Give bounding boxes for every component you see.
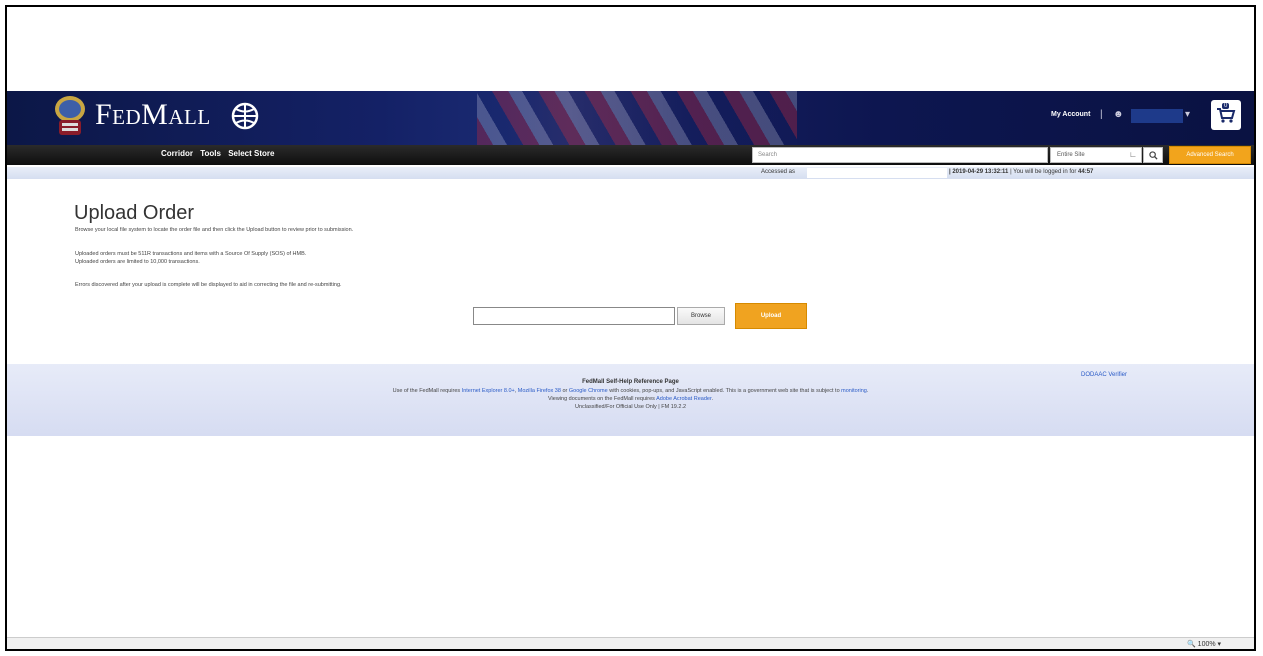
my-account-link[interactable]: My Account bbox=[1051, 111, 1090, 118]
upload-button[interactable]: Upload bbox=[735, 303, 807, 329]
nav-links: Corridor Tools Select Store bbox=[161, 149, 279, 158]
page-title: Upload Order bbox=[74, 202, 195, 224]
requirements-prefix: Use of the FedMall requires bbox=[392, 388, 461, 394]
separator: | bbox=[1100, 109, 1103, 120]
search-scope-select[interactable]: Entire Site ∟ bbox=[1050, 147, 1142, 163]
file-path-input[interactable] bbox=[473, 307, 675, 325]
search-input[interactable]: Search bbox=[752, 147, 1048, 163]
errors-text: Errors discovered after your upload is c… bbox=[75, 282, 342, 288]
zoom-level: 100% bbox=[1197, 641, 1216, 648]
accessed-as-value bbox=[807, 168, 947, 178]
browser-window: FedMall My Account | ☻ ▾ 0 Corridor Tool… bbox=[5, 5, 1256, 651]
nav-corridor[interactable]: Corridor bbox=[161, 149, 193, 158]
acrobat-link[interactable]: Adobe Acrobat Reader bbox=[656, 396, 711, 402]
firefox-link[interactable]: Mozilla Firefox 38 bbox=[518, 388, 561, 394]
session-time-left: 44:57 bbox=[1078, 169, 1094, 175]
or-text: or bbox=[562, 388, 568, 394]
scope-value: Entire Site bbox=[1057, 152, 1085, 158]
user-name-field[interactable] bbox=[1131, 109, 1183, 123]
nav-bar: Corridor Tools Select Store Search Entir… bbox=[7, 145, 1254, 165]
globe-cart-icon bbox=[231, 102, 259, 130]
logged-in-text: | You will be logged in for bbox=[1010, 169, 1077, 175]
fedmall-seal-icon bbox=[55, 96, 85, 135]
session-info: | 2019-04-29 13:32:11 | You will be logg… bbox=[949, 169, 1093, 175]
instruction-text: Browse your local file system to locate … bbox=[75, 227, 354, 233]
chevron-down-icon: ▾ bbox=[1217, 641, 1222, 648]
ie-link[interactable]: Internet Explorer 8.0+ bbox=[462, 388, 515, 394]
browse-button[interactable]: Browse bbox=[677, 307, 725, 325]
site-header: FedMall My Account | ☻ ▾ 0 bbox=[7, 91, 1254, 145]
zoom-icon: 🔍 bbox=[1187, 641, 1196, 648]
session-status-bar: Accessed as | 2019-04-29 13:32:11 | You … bbox=[7, 167, 1254, 179]
nav-select-store[interactable]: Select Store bbox=[228, 149, 274, 158]
requirements-suffix: with cookies, pop-ups, and JavaScript en… bbox=[609, 388, 840, 394]
browser-requirements: Use of the FedMall requires Internet Exp… bbox=[392, 388, 869, 394]
zoom-control[interactable]: 🔍 100% ▾ bbox=[1187, 640, 1221, 648]
footer-title-link[interactable]: FedMall Self-Help Reference Page bbox=[7, 379, 1254, 385]
classification-text: Unclassified/For Official Use Only | FM … bbox=[574, 404, 687, 410]
acrobat-requirement: Viewing documents on the FedMall require… bbox=[547, 396, 714, 402]
monitoring-link[interactable]: monitoring bbox=[841, 388, 867, 394]
user-icon: ☻ bbox=[1113, 109, 1124, 120]
chevron-down-icon[interactable]: ▾ bbox=[1185, 109, 1190, 120]
accessed-as-label: Accessed as bbox=[761, 169, 796, 175]
search-button[interactable] bbox=[1143, 147, 1163, 163]
browser-status-bar: 🔍 100% ▾ bbox=[7, 637, 1254, 649]
limit-text: Uploaded orders are limited to 10,000 tr… bbox=[75, 259, 200, 265]
cart-count-badge: 0 bbox=[1222, 103, 1230, 109]
flag-banner-graphic bbox=[477, 91, 797, 145]
fedmall-logo-text[interactable]: FedMall bbox=[95, 98, 211, 132]
site-footer: DODAAC Verifier FedMall Self-Help Refere… bbox=[7, 364, 1254, 436]
chrome-link[interactable]: Google Chrome bbox=[569, 388, 608, 394]
viewing-text: Viewing documents on the FedMall require… bbox=[547, 396, 655, 402]
requirement-text: Uploaded orders must be 511R transaction… bbox=[75, 251, 307, 257]
nav-tools[interactable]: Tools bbox=[200, 149, 221, 158]
chevron-down-icon: ∟ bbox=[1129, 150, 1137, 159]
search-icon bbox=[1148, 150, 1158, 160]
advanced-search-button[interactable]: Advanced Search bbox=[1169, 146, 1251, 164]
dodaac-verifier-link[interactable]: DODAAC Verifier bbox=[1081, 372, 1127, 378]
session-timestamp: | 2019-04-29 13:32:11 bbox=[949, 169, 1009, 175]
